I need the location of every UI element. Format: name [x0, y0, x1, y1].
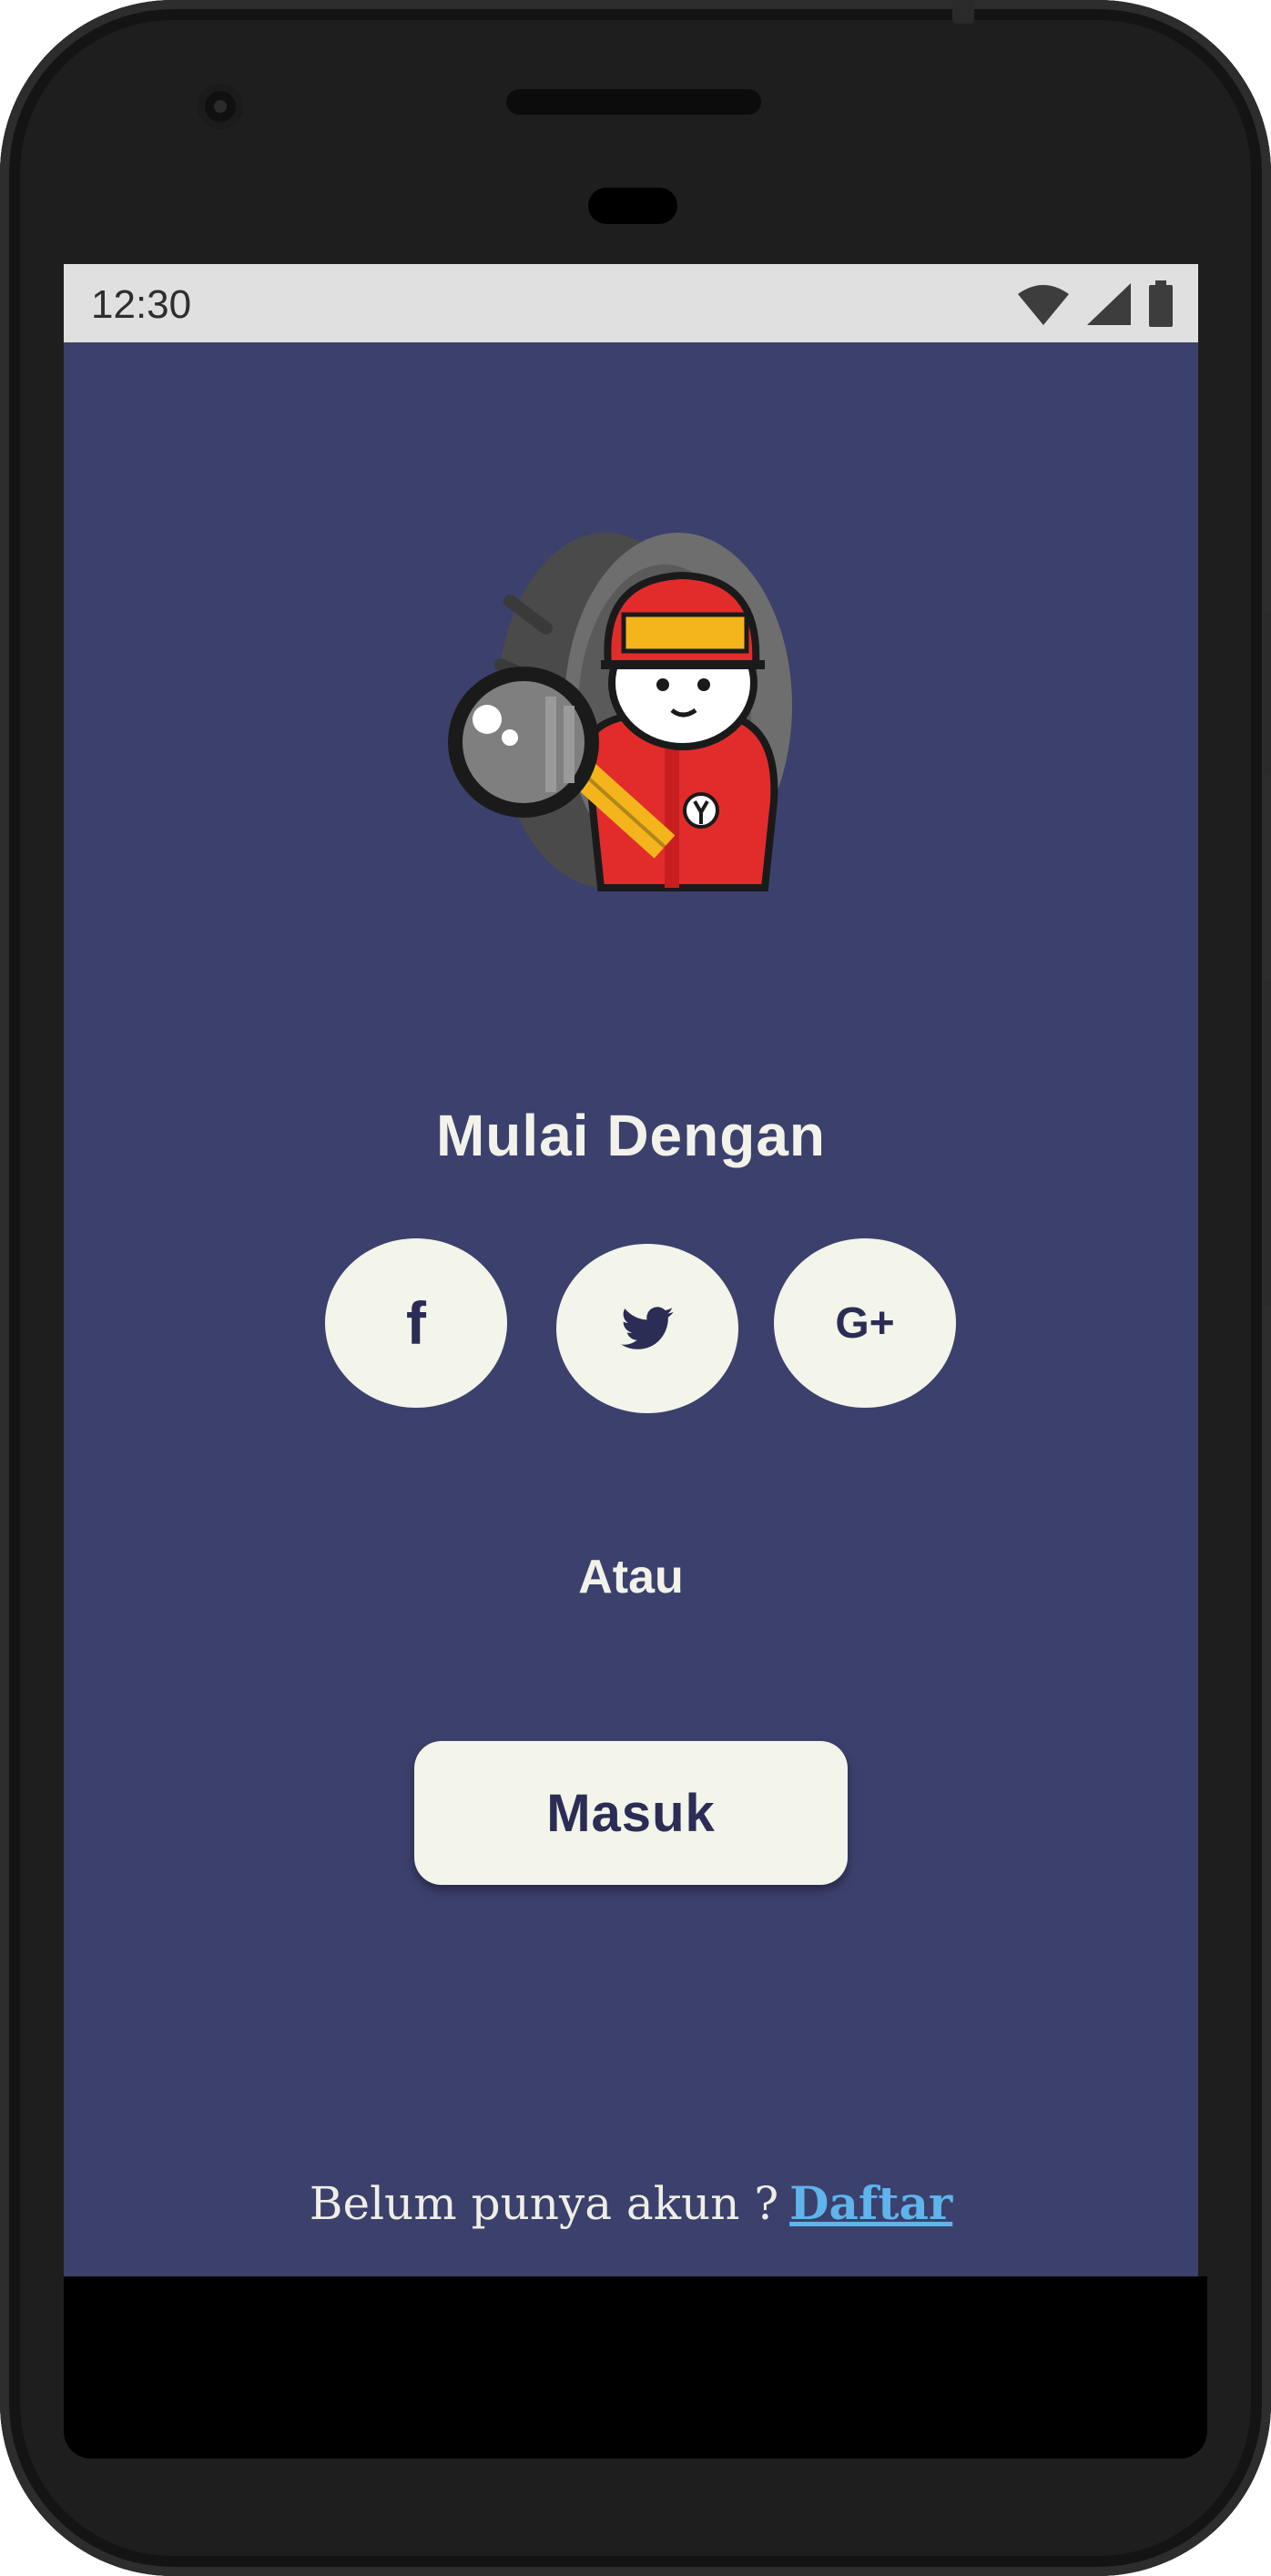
- twitter-icon: [621, 1307, 674, 1349]
- earpiece-speaker: [506, 89, 761, 115]
- page-title: Mulai Dengan: [435, 1103, 827, 1168]
- front-camera: [198, 84, 243, 129]
- battery-icon: [1149, 280, 1173, 327]
- register-link[interactable]: Daftar: [789, 2176, 952, 2230]
- status-bar: 12:30: [64, 264, 1198, 342]
- google-plus-login-button[interactable]: G+: [774, 1238, 956, 1408]
- google-plus-icon: G+: [835, 1298, 895, 1348]
- proximity-sensor: [588, 188, 677, 224]
- status-time: 12:30: [91, 282, 192, 327]
- divider-text: Atau: [578, 1551, 684, 1604]
- twitter-login-button[interactable]: [556, 1244, 738, 1413]
- wifi-icon: [1018, 285, 1069, 325]
- register-prompt: Belum punya akun ? Daftar: [64, 2176, 1198, 2230]
- mechanic-logo-icon: [448, 533, 792, 891]
- login-button[interactable]: Masuk: [414, 1741, 848, 1885]
- login-button-label: Masuk: [546, 1783, 716, 1843]
- phone-chin: [64, 2276, 1207, 2459]
- phone-frame: 12:30 Mulai Dengan f G+ Atau Masuk Belum…: [0, 0, 1271, 2576]
- status-icons: [1016, 280, 1174, 328]
- app-screen: 12:30 Mulai Dengan f G+ Atau Masuk Belum…: [64, 264, 1198, 2276]
- register-prompt-text: Belum punya akun ?: [309, 2177, 779, 2230]
- volume-button: [1264, 612, 1271, 776]
- cell-signal-icon: [1087, 283, 1131, 325]
- facebook-icon: f: [406, 1289, 426, 1357]
- facebook-login-button[interactable]: f: [325, 1238, 507, 1408]
- power-button: [1264, 979, 1271, 1307]
- top-notch-button: [952, 0, 974, 24]
